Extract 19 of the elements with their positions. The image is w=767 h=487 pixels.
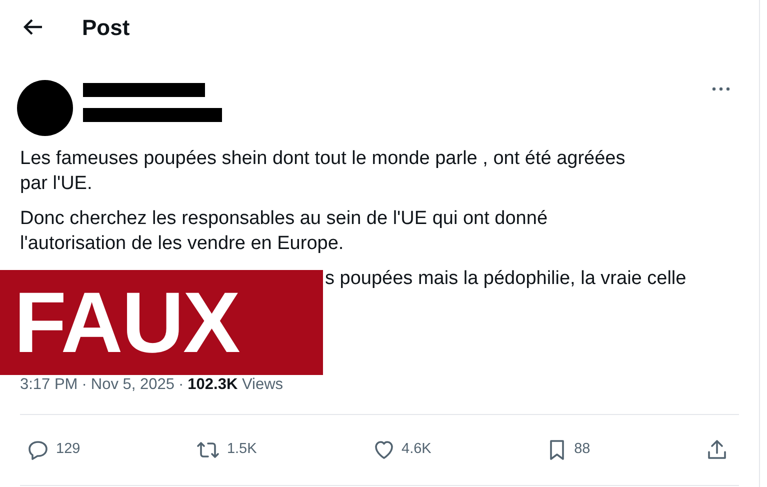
post-text: Donc cherchez les responsables au sein de l'UE qui ont donné bbox=[20, 207, 548, 231]
page-title: Post bbox=[82, 14, 130, 42]
verdict-stamp: FAUX bbox=[0, 270, 323, 375]
separator-dot: · bbox=[82, 375, 87, 395]
back-arrow-icon[interactable] bbox=[22, 18, 44, 36]
more-icon[interactable] bbox=[711, 86, 731, 92]
reply-icon[interactable] bbox=[26, 438, 50, 462]
post-text: Les fameuses poupées shein dont tout le monde parle , ont été agréées bbox=[20, 147, 626, 171]
reply-count: 129 bbox=[56, 440, 80, 460]
post-text: s poupées mais la pédophilie, la vraie celle bbox=[325, 267, 686, 291]
like-count: 4.6K bbox=[402, 440, 432, 460]
separator-dot: · bbox=[178, 375, 184, 395]
repost-count: 1.5K bbox=[226, 440, 257, 460]
post-text: par l'UE. bbox=[20, 172, 92, 196]
post-date: Nov 5, 2025 bbox=[90, 375, 174, 395]
post-text: l'autorisation de les vendre en Europe. bbox=[20, 232, 344, 256]
post-time: 3:17 PM bbox=[20, 375, 78, 395]
view-count: 102.3K Views bbox=[188, 375, 284, 395]
bookmark-count: 88 bbox=[574, 440, 590, 460]
